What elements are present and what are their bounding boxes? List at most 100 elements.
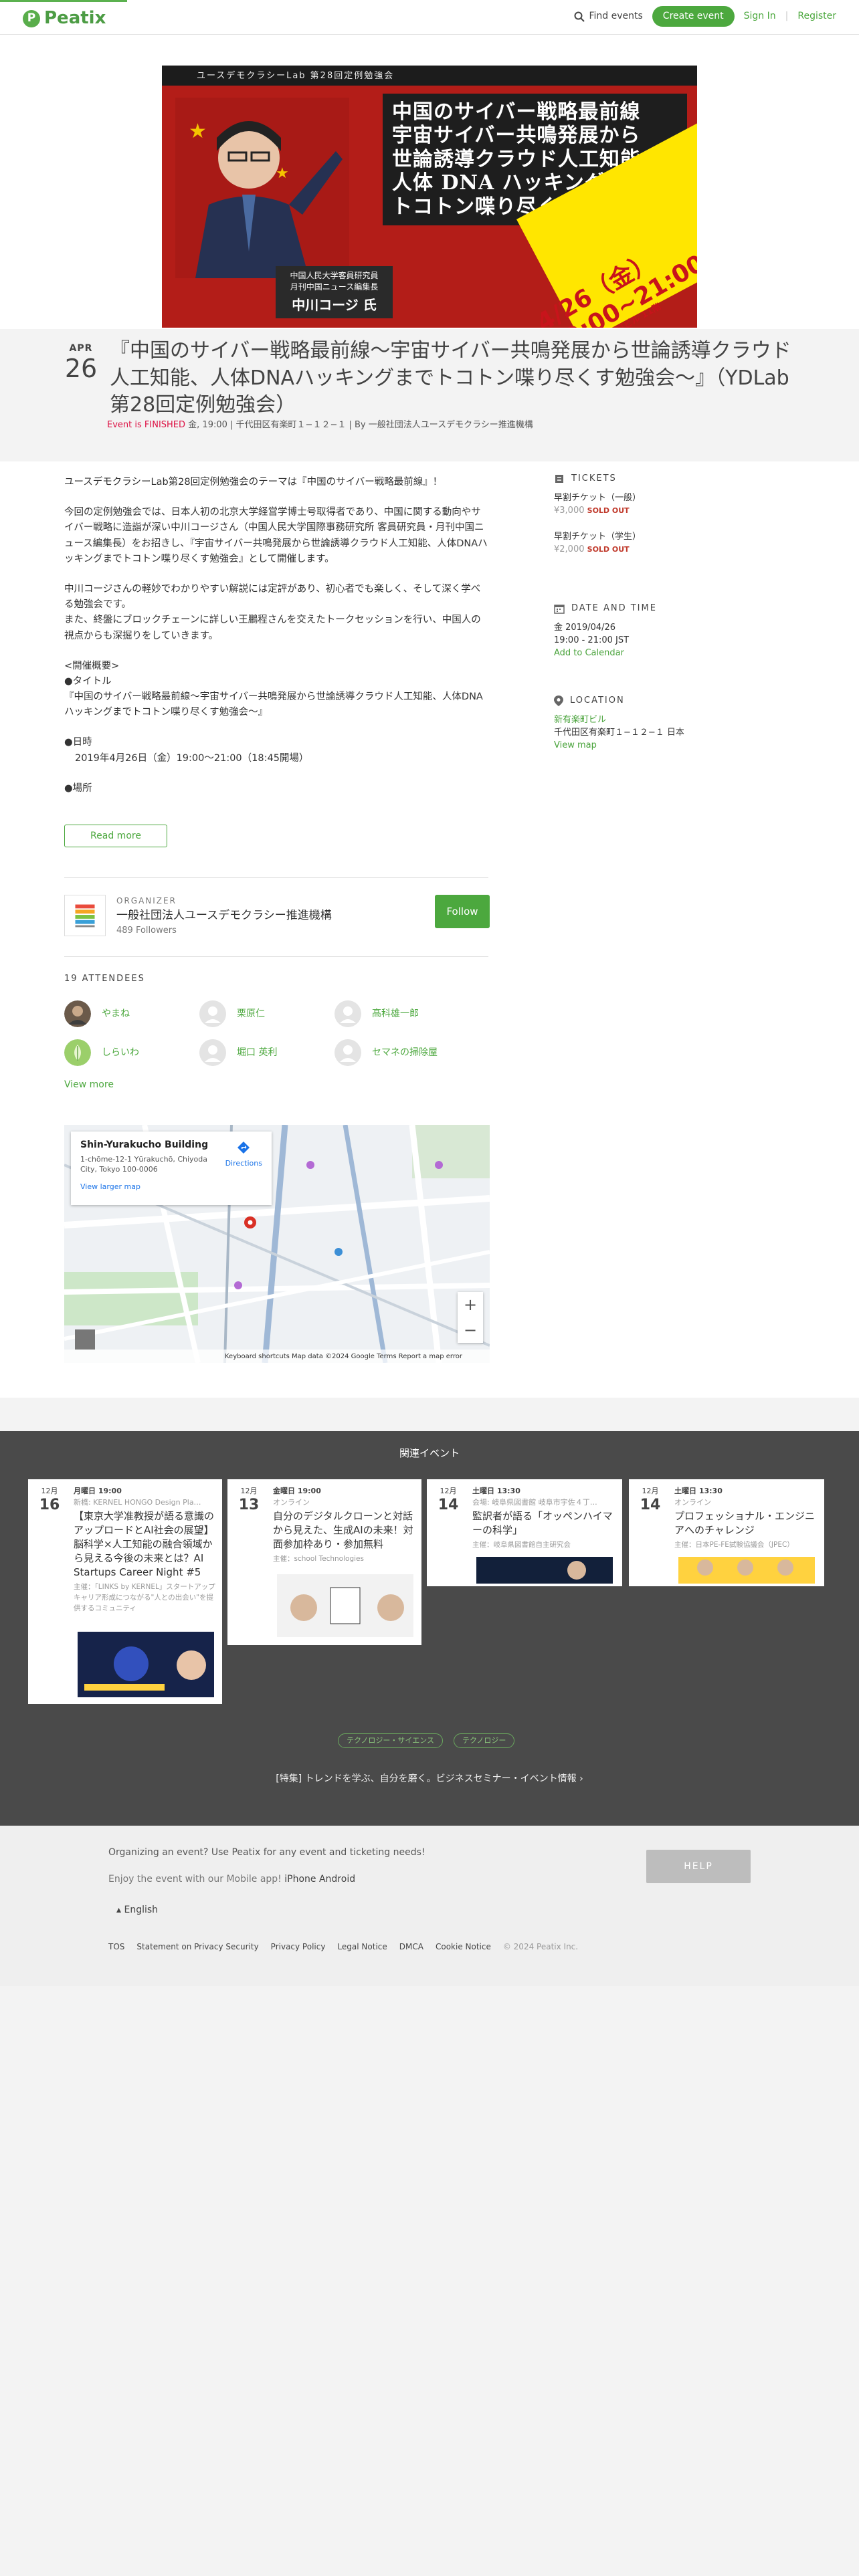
- avatar: [64, 1000, 91, 1027]
- attendee-item[interactable]: セマネの掃除屋: [335, 1039, 468, 1066]
- related-host: 主催：日本PE-FE試験協議会（JPEC）: [674, 1541, 794, 1549]
- desc-paragraph-1: ユースデモクラシーLab第28回定例勉強会のテーマは『中国のサイバー戦略最前線』…: [64, 477, 443, 488]
- related-date: 12月 13: [235, 1486, 262, 1513]
- top-accent-line: [0, 0, 127, 2]
- iphone-app-link[interactable]: iPhone: [284, 1874, 316, 1885]
- map-info-card: Shin-Yurakucho Building 1-chōme-12-1 Yūr…: [71, 1132, 272, 1205]
- language-label: English: [124, 1905, 159, 1915]
- footer-link-tos[interactable]: TOS: [108, 1941, 124, 1953]
- footer-link-dmca[interactable]: DMCA: [399, 1941, 423, 1953]
- hero-section: ユースデモクラシーLab 第28回定例勉強会 ★ ★ 中国のサイバー戦略最前線 …: [0, 35, 859, 329]
- divider: [64, 877, 488, 878]
- attendee-name: やまね: [102, 1008, 130, 1019]
- attendees-view-more-link[interactable]: View more: [64, 1078, 114, 1092]
- avatar: [199, 1000, 226, 1027]
- related-title: 【東京大学准教授が語る意識のアップロードとAI社会の展望】脳科学×人工知能の融合…: [74, 1510, 215, 1578]
- attendee-item[interactable]: 堀口 英利: [199, 1039, 333, 1066]
- register-link[interactable]: Register: [797, 9, 836, 23]
- footer-link-cookie-notice[interactable]: Cookie Notice: [436, 1941, 491, 1953]
- related-date: 12月 14: [637, 1486, 664, 1513]
- logo-text: Peatix: [44, 8, 106, 28]
- read-more-button[interactable]: Read more: [64, 825, 167, 847]
- attendee-name: しらいわ: [102, 1047, 139, 1058]
- mobile-prefix: Enjoy the event with our Mobile app!: [108, 1874, 282, 1885]
- related-where: オンライン: [674, 1497, 711, 1507]
- attendee-item[interactable]: 栗原仁: [199, 1000, 333, 1027]
- desc-title-heading: ●タイトル: [64, 675, 112, 687]
- event-date-badge: APR 26: [64, 342, 98, 381]
- feature-link[interactable]: [特集] トレンドを学ぶ、自分を磨く。ビジネスセミナー・イベント情報 ›: [0, 1772, 859, 1786]
- related-host: 主催：school Technologies: [273, 1555, 364, 1563]
- attendee-name: 栗原仁: [237, 1008, 265, 1019]
- related-event-card[interactable]: 12月 14 土曜日 13:30 オンライン プロフェッショナル・エンジニアへの…: [629, 1479, 824, 1586]
- create-event-button[interactable]: Create event: [652, 6, 735, 27]
- sold-out-badge: SOLD OUT: [587, 544, 630, 554]
- zoom-out-button[interactable]: −: [458, 1317, 483, 1343]
- venue-link[interactable]: 新有楽町ビル: [554, 715, 606, 725]
- android-app-link[interactable]: Android: [319, 1874, 355, 1885]
- datetime-heading-label: DATE AND TIME: [571, 603, 657, 613]
- map-credits: Keyboard shortcuts Map data ©2024 Google…: [64, 1350, 490, 1363]
- related-date: 12月 14: [435, 1486, 462, 1513]
- headline-line-2: 宇宙サイバー共鳴発展から: [392, 124, 641, 148]
- location-map[interactable]: Shin-Yurakucho Building 1-chōme-12-1 Yūr…: [64, 1125, 490, 1363]
- view-map-link[interactable]: View map: [554, 740, 597, 750]
- view-larger-map-link[interactable]: View larger map: [80, 1182, 262, 1193]
- related-month: 12月: [240, 1487, 258, 1495]
- related-host: 主催：「LINKS by KERNEL」スタートアップキャリア形成につながる"人…: [74, 1583, 215, 1612]
- follow-button[interactable]: Follow: [435, 895, 490, 928]
- ticket-price: ¥3,000: [554, 505, 585, 516]
- organizer-logo[interactable]: [64, 895, 106, 936]
- related-day: 14: [438, 1496, 459, 1513]
- ticket-icon: [555, 474, 563, 483]
- peatix-logo-icon: P: [23, 9, 40, 27]
- related-tag[interactable]: テクノロジー・サイエンス: [338, 1733, 444, 1748]
- footer-link-legal-notice[interactable]: Legal Notice: [337, 1941, 387, 1953]
- peatix-logo[interactable]: P Peatix: [23, 5, 106, 31]
- location-heading-label: LOCATION: [570, 695, 625, 706]
- related-title: プロフェッショナル・エンジニアへのチャレンジ: [674, 1510, 816, 1536]
- related-tag[interactable]: テクノロジー: [454, 1733, 515, 1748]
- attendee-item[interactable]: 髙科雄一郎: [335, 1000, 468, 1027]
- headline-line-1: 中国のサイバー戦略最前線: [392, 100, 641, 124]
- sign-in-link[interactable]: Sign In: [744, 9, 776, 23]
- organizer-name[interactable]: 一般社団法人ユースデモクラシー推進機構: [116, 907, 332, 925]
- add-to-calendar-link[interactable]: Add to Calendar: [554, 648, 624, 658]
- related-when: 金曜日 19:00: [273, 1487, 321, 1495]
- footer-copyright: © 2024 Peatix Inc.: [502, 1942, 579, 1951]
- attendee-item[interactable]: やまね: [64, 1000, 198, 1027]
- related-event-card[interactable]: 12月 13 金曜日 19:00 オンライン 自分のデジタルクローンと対話から見…: [227, 1479, 421, 1645]
- status-badge: FINISHED: [144, 420, 186, 430]
- language-selector[interactable]: ▴ English: [116, 1903, 158, 1917]
- related-event-card[interactable]: 12月 16 月曜日 19:00 新橋: KERNEL HONGO Design…: [28, 1479, 222, 1704]
- related-month: 12月: [440, 1487, 457, 1495]
- ticket-item: 早割チケット（一般） ¥3,000 SOLD OUT: [554, 492, 641, 518]
- divider: [64, 956, 488, 957]
- footer-link-privacy-policy[interactable]: Privacy Policy: [271, 1941, 326, 1953]
- organizer-label: ORGANIZER: [116, 896, 177, 905]
- event-title: 『中国のサイバー戦略最前線〜宇宙サイバー共鳴発展から世論誘導クラウド人工知能、人…: [110, 339, 791, 417]
- related-event-image: [78, 1632, 214, 1697]
- find-events-link[interactable]: Find events: [574, 9, 643, 23]
- speaker-role-1: 中国人民大学客員研究員: [290, 271, 379, 280]
- chevron-right-icon: ›: [579, 1774, 583, 1784]
- footer-link-privacy-security[interactable]: Statement on Privacy Security: [136, 1941, 258, 1953]
- attendee-name: セマネの掃除屋: [372, 1047, 438, 1058]
- map-directions-button[interactable]: Directions: [225, 1141, 262, 1169]
- related-event-card[interactable]: 12月 14 土曜日 13:30 会場: 岐阜県図書館 岐阜市宇佐４丁… 監訳者…: [427, 1479, 622, 1586]
- directions-label: Directions: [225, 1158, 262, 1168]
- avatar: [335, 1000, 361, 1027]
- map-zoom-control: + −: [458, 1292, 483, 1343]
- location-heading: LOCATION: [554, 694, 625, 708]
- related-event-image: [476, 1557, 613, 1584]
- banner-top-text: ユースデモクラシーLab 第28回定例勉強会: [162, 66, 697, 86]
- related-body: 土曜日 13:30 オンライン プロフェッショナル・エンジニアへのチャレンジ 主…: [674, 1486, 818, 1551]
- help-button[interactable]: HELP: [646, 1850, 751, 1883]
- footer-mobile: Enjoy the event with our Mobile app! iPh…: [108, 1872, 355, 1887]
- organizer-followers: 489 Followers: [116, 926, 177, 936]
- zoom-in-button[interactable]: +: [458, 1292, 483, 1317]
- svg-text:★: ★: [189, 120, 207, 143]
- attendee-item[interactable]: しらいわ: [64, 1039, 198, 1066]
- avatar: [335, 1039, 361, 1066]
- related-when: 月曜日 19:00: [74, 1487, 122, 1495]
